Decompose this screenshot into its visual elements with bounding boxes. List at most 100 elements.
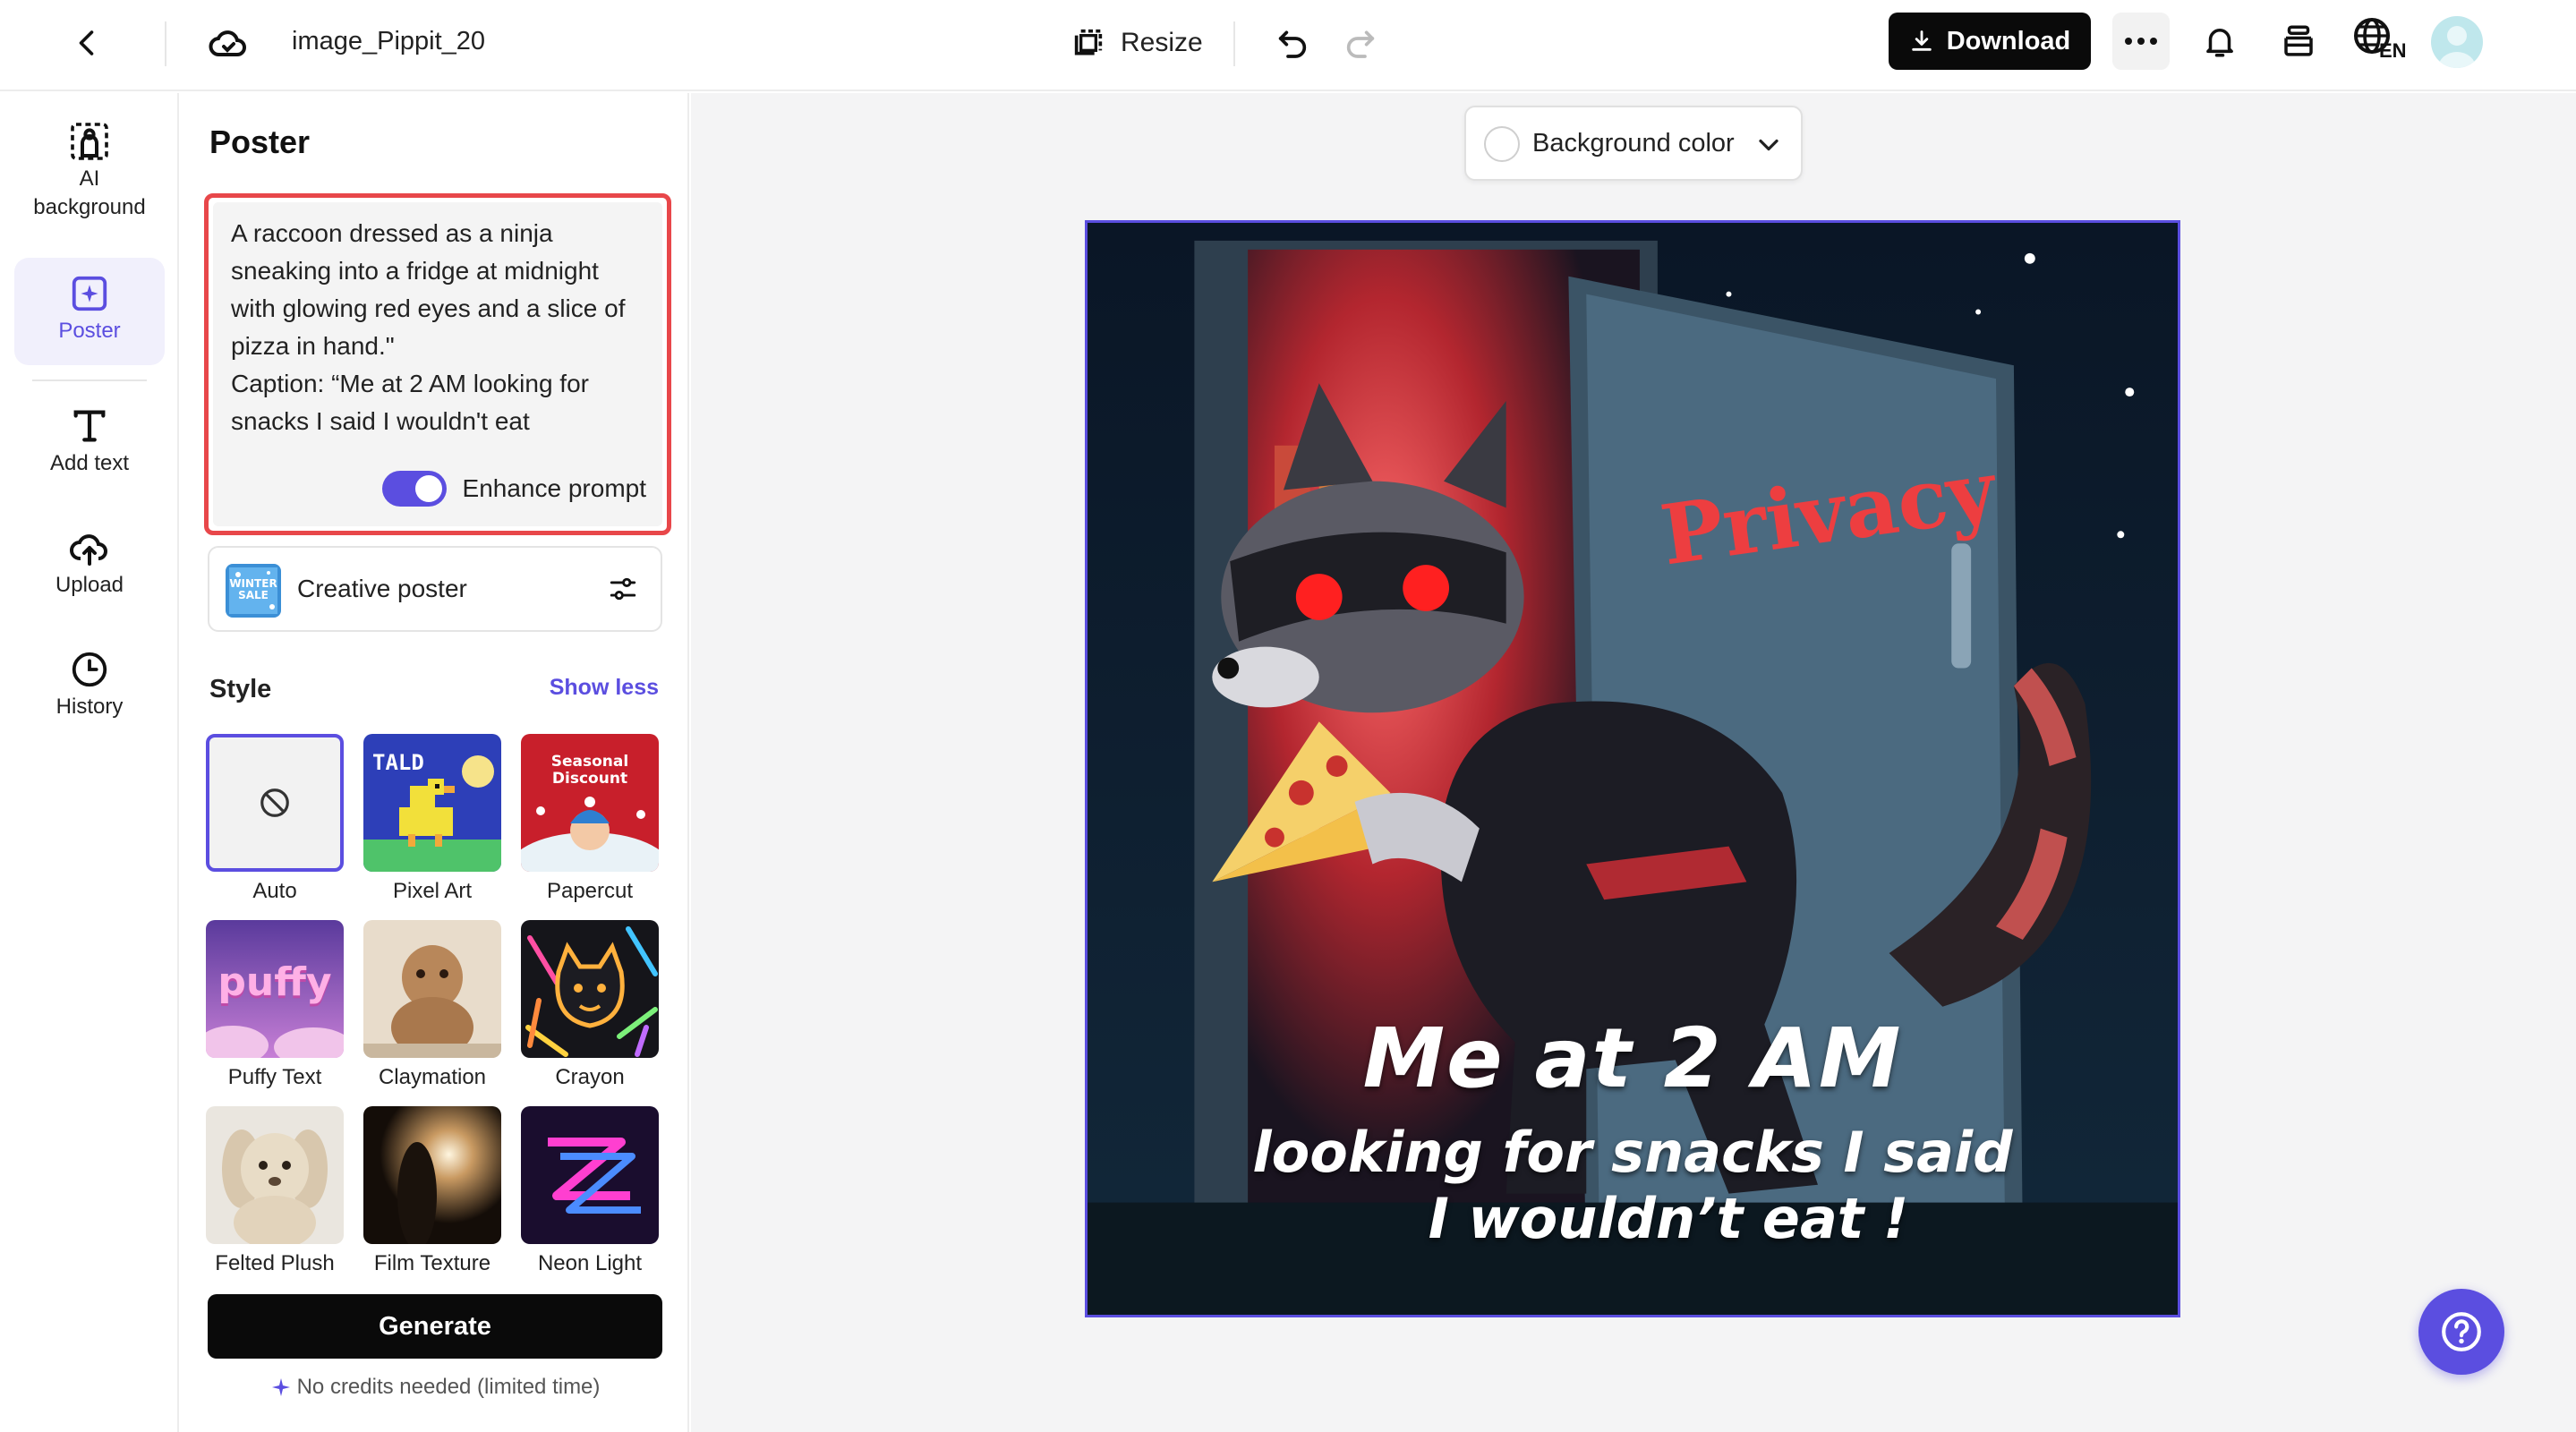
style-tile-crayon[interactable]: Crayon bbox=[521, 920, 659, 1090]
style-tile-pixel-art[interactable]: TALD Pixel Art bbox=[363, 734, 501, 904]
generate-button[interactable]: Generate bbox=[208, 1294, 662, 1359]
resize-label: Resize bbox=[1121, 28, 1203, 57]
style-tile-papercut[interactable]: Seasonal Discount Papercut bbox=[521, 734, 659, 904]
style-tile-claymation[interactable]: Claymation bbox=[363, 920, 501, 1090]
style-thumbnail bbox=[206, 734, 344, 872]
style-label: Puffy Text bbox=[227, 1065, 322, 1089]
ai-background-icon bbox=[66, 118, 113, 165]
background-color-label: Background color bbox=[1532, 129, 1735, 158]
back-button[interactable] bbox=[66, 21, 109, 64]
canvas-area[interactable]: Background color Privacy Me at 2 AM look… bbox=[691, 93, 2576, 1432]
style-label: Crayon bbox=[555, 1065, 625, 1089]
style-tile-puffy-text[interactable]: puffy Puffy Text bbox=[206, 920, 344, 1090]
enhance-prompt-control: Enhance prompt bbox=[381, 471, 646, 507]
style-label: Auto bbox=[252, 879, 297, 903]
rail-item-ai-background[interactable]: AI background bbox=[14, 118, 165, 234]
divider bbox=[165, 21, 166, 66]
poster-panel: Poster A raccoon dressed as a ninja snea… bbox=[181, 93, 689, 1432]
credits-note: No credits needed (limited time) bbox=[208, 1375, 662, 1400]
creative-poster-selector[interactable]: WINTER SALE Creative poster bbox=[208, 546, 662, 632]
redo-button[interactable] bbox=[1337, 20, 1384, 66]
rail-label: History bbox=[55, 695, 124, 719]
style-label: Film Texture bbox=[373, 1251, 491, 1275]
creative-poster-thumbnail: WINTER SALE bbox=[226, 564, 281, 618]
rail-item-poster[interactable]: Poster bbox=[14, 258, 165, 365]
tool-rail: AI background Poster Add text Upload His… bbox=[0, 93, 179, 1432]
clock-icon bbox=[66, 646, 113, 693]
prompt-box[interactable]: A raccoon dressed as a ninja sneaking in… bbox=[204, 193, 671, 535]
papercut-thumb-text: Seasonal Discount bbox=[550, 753, 629, 788]
more-horizontal-icon bbox=[2125, 38, 2157, 45]
style-thumbnail: puffy bbox=[206, 920, 344, 1058]
ban-icon bbox=[260, 788, 289, 817]
style-label: Neon Light bbox=[537, 1251, 643, 1275]
style-thumbnail bbox=[363, 920, 501, 1058]
style-tile-auto[interactable]: Auto bbox=[206, 734, 344, 904]
puffy-thumb-text: puffy bbox=[218, 959, 332, 1005]
style-label: Felted Plush bbox=[215, 1251, 335, 1275]
rail-label: Poster bbox=[58, 319, 121, 343]
help-button[interactable] bbox=[2418, 1289, 2504, 1375]
chevron-left-icon bbox=[79, 30, 94, 55]
style-label: Claymation bbox=[378, 1065, 487, 1089]
file-name[interactable]: image_Pippit_20 bbox=[292, 25, 485, 57]
prompt-input-area[interactable]: A raccoon dressed as a ninja sneaking in… bbox=[213, 202, 662, 526]
sparkle-icon bbox=[271, 1378, 290, 1396]
download-label: Download bbox=[1946, 26, 2071, 55]
style-label: Pixel Art bbox=[392, 879, 473, 903]
rail-label: Add text bbox=[49, 451, 130, 475]
rail-item-upload[interactable]: Upload bbox=[14, 524, 165, 623]
language-code: EN bbox=[2379, 39, 2407, 62]
divider bbox=[1233, 21, 1235, 66]
chevron-down-icon bbox=[1759, 139, 1778, 151]
style-tile-neon-light[interactable]: Neon Light bbox=[521, 1106, 659, 1276]
style-thumbnail: Seasonal Discount bbox=[521, 734, 659, 872]
background-color-dropdown[interactable]: Background color bbox=[1464, 106, 1803, 181]
color-swatch bbox=[1484, 126, 1520, 162]
user-avatar[interactable] bbox=[2431, 16, 2483, 68]
more-options-button[interactable] bbox=[2112, 13, 2170, 70]
top-bar: image_Pippit_20 Resize Download EN bbox=[0, 0, 2576, 91]
settings-sliders-icon[interactable] bbox=[605, 571, 641, 607]
show-less-link[interactable]: Show less bbox=[550, 675, 659, 701]
text-icon bbox=[66, 403, 113, 449]
style-thumbnail bbox=[521, 1106, 659, 1244]
stack-icon bbox=[2284, 25, 2313, 56]
resize-icon bbox=[1074, 29, 1103, 55]
help-question-icon bbox=[2442, 1312, 2481, 1351]
style-label: Papercut bbox=[546, 879, 634, 903]
rail-item-history[interactable]: History bbox=[14, 646, 165, 745]
enhance-prompt-toggle[interactable] bbox=[381, 471, 447, 507]
rail-item-add-text[interactable]: Add text bbox=[14, 403, 165, 501]
enhance-prompt-label: Enhance prompt bbox=[462, 474, 646, 502]
pixel-art-thumb-text: TALD bbox=[372, 750, 424, 775]
style-tile-felted-plush[interactable]: Felted Plush bbox=[206, 1106, 344, 1276]
poster-image[interactable]: Privacy Me at 2 AM looking for snacks I … bbox=[1085, 220, 2180, 1317]
style-thumbnail bbox=[363, 1106, 501, 1244]
notifications-button[interactable] bbox=[2195, 16, 2245, 66]
rail-label: AI background bbox=[33, 166, 146, 219]
upload-cloud-icon bbox=[66, 524, 113, 571]
style-thumbnail bbox=[521, 920, 659, 1058]
style-thumbnail bbox=[206, 1106, 344, 1244]
bell-icon bbox=[2206, 29, 2233, 57]
prompt-textarea[interactable]: A raccoon dressed as a ninja sneaking in… bbox=[231, 215, 643, 440]
resize-button[interactable]: Resize bbox=[1070, 18, 1203, 68]
style-thumbnail: TALD bbox=[363, 734, 501, 872]
rail-divider bbox=[32, 379, 147, 381]
undo-button[interactable] bbox=[1269, 20, 1316, 66]
rail-label: Upload bbox=[55, 573, 124, 597]
download-icon bbox=[1911, 30, 1932, 51]
poster-icon bbox=[66, 270, 113, 317]
creative-thumb-text: WINTER SALE bbox=[229, 577, 277, 601]
poster-caption-line-1: Me at 2 AM bbox=[1362, 1010, 1903, 1106]
cloud-save-icon[interactable] bbox=[204, 20, 252, 68]
poster-caption-line-3: I wouldn’t eat ! bbox=[1428, 1186, 1909, 1251]
layers-button[interactable] bbox=[2273, 16, 2324, 66]
panel-title: Poster bbox=[209, 124, 311, 160]
download-button[interactable]: Download bbox=[1889, 13, 2091, 70]
avatar-icon bbox=[2438, 26, 2476, 68]
language-selector[interactable]: EN bbox=[2352, 16, 2411, 70]
style-tile-film-texture[interactable]: Film Texture bbox=[363, 1106, 501, 1276]
style-section-title: Style bbox=[209, 675, 272, 703]
